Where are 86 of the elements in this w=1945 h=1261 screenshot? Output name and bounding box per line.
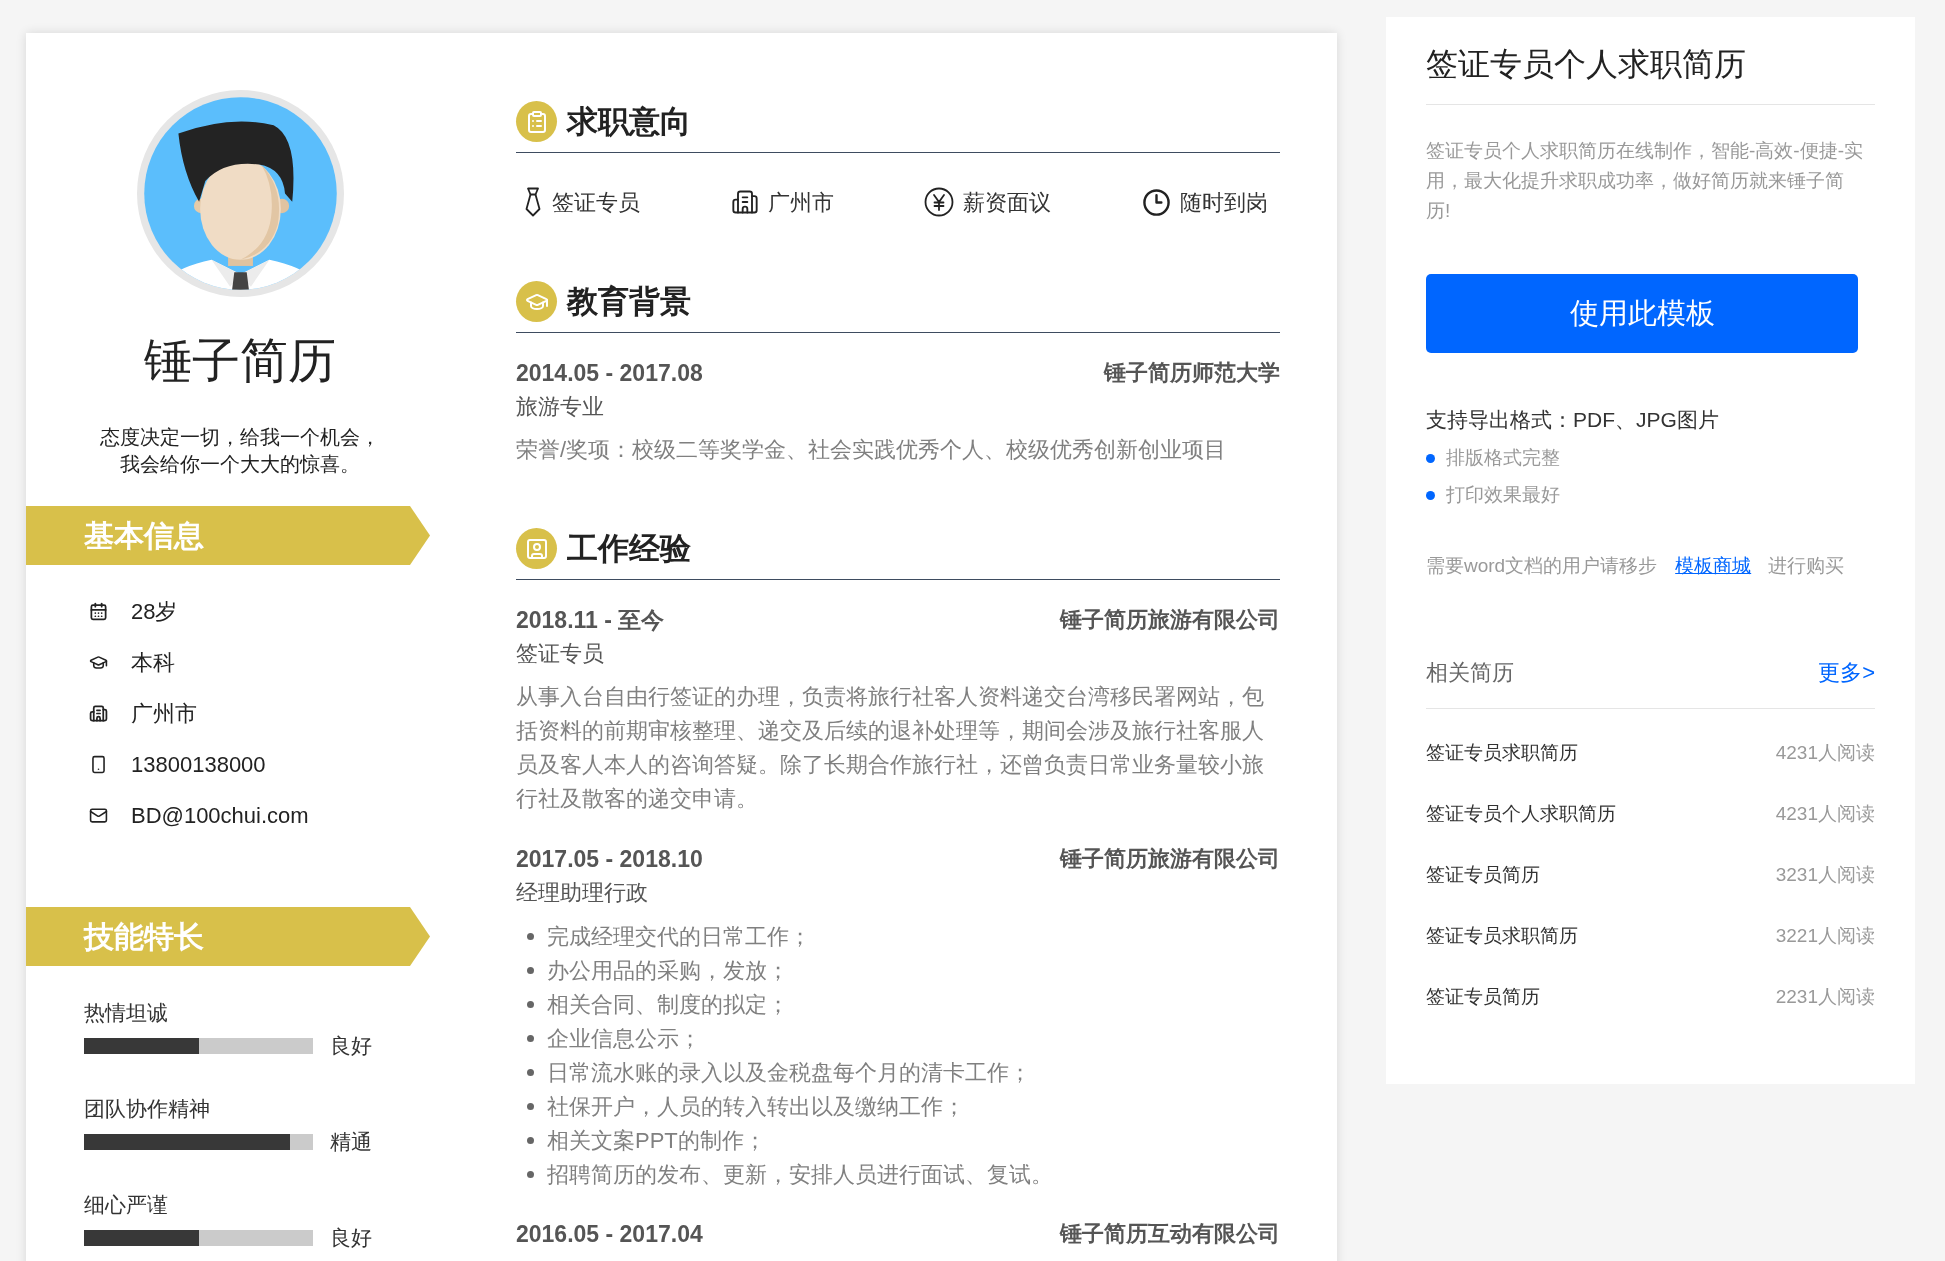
skill-name: 细心严谨 xyxy=(84,1192,168,1218)
date-range: 2018.11 - 至今 xyxy=(516,606,665,635)
read-count: 2231人阅读 xyxy=(1775,985,1875,1010)
duty-text: 相关合同、制度的拟定； xyxy=(547,990,789,1019)
company-name: 锤子简历旅游有限公司 xyxy=(1060,845,1280,873)
bullet-icon xyxy=(527,1170,534,1178)
bullet-icon xyxy=(527,966,534,974)
duty-text: 日常流水账的录入以及金税盘每个月的清卡工作； xyxy=(547,1058,1031,1087)
job-description: 从事入台自由行签证的办理，负责将旅行社客人资料递交台湾移民署网站，包括资料的前期审核整理、递交及后续的退补处理等，期间会涉及旅行社客服人员及客人本人的咨询答疑。除了长期合作旅行社，还曾负责日常业务量较小旅行社及散客的递交申请。 xyxy=(516,683,1265,813)
duty-text: 完成经理交代的日常工作； xyxy=(547,922,811,951)
section-title: 求职意向 xyxy=(567,102,691,141)
read-count: 3221人阅读 xyxy=(1775,924,1875,949)
calendar-icon xyxy=(89,602,108,621)
date-range: 2014.05 - 2017.08 xyxy=(516,359,703,388)
resume-link[interactable]: 签证专员简历 xyxy=(1426,983,1540,1012)
read-count: 3231人阅读 xyxy=(1775,863,1875,888)
skill-rating: 良好 xyxy=(330,1033,372,1060)
read-count: 4231人阅读 xyxy=(1775,741,1875,766)
company-name: 锤子简历旅游有限公司 xyxy=(1060,606,1280,634)
read-count: 4231人阅读 xyxy=(1775,802,1875,827)
bullet-icon xyxy=(527,932,534,940)
duty-text: 社保开户，人员的转入转出以及缴纳工作； xyxy=(547,1092,965,1121)
building-icon xyxy=(730,188,759,216)
template-store-link[interactable]: 模板商城 xyxy=(1675,551,1752,581)
resume-link[interactable]: 签证专员简历 xyxy=(1426,861,1540,890)
info-text: 13800138000 xyxy=(131,751,266,779)
intent-text: 薪资面议 xyxy=(963,188,1052,217)
bullet-icon xyxy=(527,1034,534,1042)
resume-link[interactable]: 签证专员求职简历 xyxy=(1426,922,1578,951)
feature-text: 排版格式完整 xyxy=(1446,446,1560,471)
graduation-cap-icon xyxy=(516,281,557,322)
school-name: 锤子简历师范大学 xyxy=(1104,359,1280,387)
tie-icon xyxy=(523,187,543,217)
person-card-icon xyxy=(516,528,557,569)
job-title: 签证专员 xyxy=(516,640,604,668)
info-text: BD@100chui.com xyxy=(131,802,309,830)
duty-text: 企业信息公示； xyxy=(547,1024,701,1053)
bullet-icon xyxy=(1426,491,1435,500)
name-heading: 锤子简历 xyxy=(144,333,336,389)
resume-link[interactable]: 签证专员求职简历 xyxy=(1426,739,1578,768)
envelope-icon xyxy=(89,806,108,825)
info-text: 广州市 xyxy=(131,700,197,728)
feature-text: 打印效果最好 xyxy=(1446,483,1560,508)
note-text: 需要word文档的用户请移步 xyxy=(1426,554,1658,578)
motto-text: 态度决定一切，给我一个机会，我会给你一个大大的惊喜。 xyxy=(99,425,381,477)
phone-icon xyxy=(89,755,108,774)
note-text: 进行购买 xyxy=(1768,554,1845,578)
honors-text: 荣誉/奖项：校级二等奖学金、社会实践优秀个人、校级优秀创新创业项目 xyxy=(516,436,1228,464)
use-template-button[interactable]: 使用此模板 xyxy=(1426,274,1858,353)
export-formats-text: 支持导出格式：PDF、JPG图片 xyxy=(1426,407,1719,433)
date-range: 2017.05 - 2018.10 xyxy=(516,845,703,874)
duty-text: 招聘简历的发布、更新，安排人员进行面试、复试。 xyxy=(547,1160,1053,1189)
panel-description: 签证专员个人求职简历在线制作，智能-高效-便捷-实用，最大化提升求职成功率，做好简历就来锤子简历! xyxy=(1426,139,1864,223)
section-banner: 基本信息 xyxy=(26,506,430,565)
more-link[interactable]: 更多> xyxy=(1818,658,1875,688)
bullet-icon xyxy=(527,1136,534,1144)
duty-text: 相关文案PPT的制作； xyxy=(547,1126,766,1155)
info-text: 28岁 xyxy=(131,598,178,626)
job-title: 经理助理行政 xyxy=(516,879,648,907)
bullet-icon xyxy=(527,1102,534,1110)
related-title: 相关简历 xyxy=(1426,659,1514,687)
skill-rating: 精通 xyxy=(330,1129,372,1156)
bullet-icon xyxy=(527,1068,534,1076)
major-text: 旅游专业 xyxy=(516,393,604,421)
date-range: 2016.05 - 2017.04 xyxy=(516,1220,703,1249)
company-name: 锤子简历互动有限公司 xyxy=(1060,1220,1280,1248)
intent-text: 广州市 xyxy=(767,188,834,217)
section-banner: 技能特长 xyxy=(26,907,430,966)
bullet-icon xyxy=(527,1000,534,1008)
building-icon xyxy=(89,704,108,723)
skill-rating: 良好 xyxy=(330,1225,372,1252)
graduation-cap-icon xyxy=(89,653,108,672)
yen-icon xyxy=(924,187,955,217)
resume-link[interactable]: 签证专员个人求职简历 xyxy=(1426,800,1616,829)
info-text: 本科 xyxy=(131,649,175,677)
clipboard-icon xyxy=(516,101,557,142)
intent-text: 签证专员 xyxy=(552,188,640,217)
clock-icon xyxy=(1141,187,1171,217)
panel-title: 签证专员个人求职简历 xyxy=(1426,45,1746,84)
duty-text: 办公用品的采购，发放； xyxy=(547,956,789,985)
intent-text: 随时到岗 xyxy=(1179,188,1268,217)
bullet-icon xyxy=(1426,454,1435,463)
skill-name: 团队协作精神 xyxy=(84,1096,210,1122)
skill-name: 热情坦诚 xyxy=(84,1000,168,1026)
section-title: 工作经验 xyxy=(567,529,691,568)
section-title: 教育背景 xyxy=(567,282,691,321)
